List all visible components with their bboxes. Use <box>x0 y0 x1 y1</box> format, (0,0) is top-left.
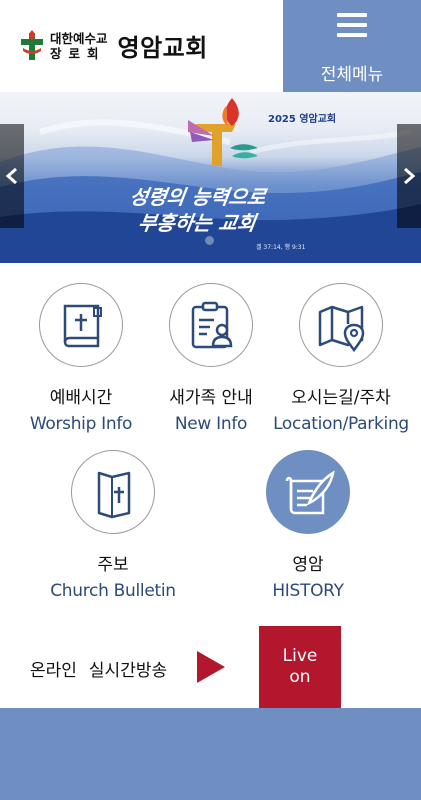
quick-link-bulletin-korean: 주보 <box>97 555 129 575</box>
quick-link-location-english: Location/Parking <box>273 414 409 434</box>
new-family-icon-circle <box>169 283 253 367</box>
site-header: 대한예수교 장로회 영암교회 전체메뉴 <box>0 0 421 92</box>
location-icon-circle <box>299 283 383 367</box>
bible-icon <box>63 304 102 348</box>
quick-link-worship[interactable]: 예배시간 Worship Info <box>6 283 156 434</box>
church-logo[interactable]: 대한예수교 장로회 영암교회 <box>20 28 208 63</box>
slide-indicator-dot[interactable] <box>205 236 214 245</box>
quick-link-history-korean: 영암 <box>292 555 324 575</box>
live-on-line-1: Live <box>282 646 318 666</box>
live-on-line-2: on <box>289 667 311 687</box>
banner-year-label: 2025 영암교회 <box>268 114 337 125</box>
quick-link-worship-korean: 예배시간 <box>49 388 113 408</box>
prev-slide-button[interactable] <box>0 124 24 228</box>
banner-slogan-line-1: 성령의 능력으로 <box>128 185 268 209</box>
map-pin-icon <box>318 305 365 353</box>
quick-link-worship-english: Worship Info <box>29 414 133 434</box>
chevron-right-icon <box>404 168 416 184</box>
scroll-quill-icon <box>285 470 335 515</box>
history-icon-circle <box>266 450 350 534</box>
banner-cross-emblem-icon <box>188 98 258 166</box>
quick-link-new-family[interactable]: 새가족 안내 New Info <box>136 283 286 434</box>
next-slide-button[interactable] <box>397 124 421 228</box>
church-cross-logo-icon <box>20 29 44 62</box>
online-live-section: 온라인 실시간방송 Live on <box>0 626 421 708</box>
banner-slogan-line-2: 부흥하는 교회 <box>136 211 258 235</box>
quick-links: 예배시간 Worship Info 새가족 안내 New Info 오시는길/주… <box>0 263 421 623</box>
banner-slogan: 성령의 능력으로 부흥하는 교회 <box>124 184 267 236</box>
quick-link-location-korean: 오시는길/주차 <box>291 388 391 408</box>
full-menu-button[interactable]: 전체메뉴 <box>283 0 421 92</box>
bulletin-cross-icon <box>97 471 131 519</box>
hamburger-icon <box>337 13 367 37</box>
full-menu-label: 전체메뉴 <box>320 65 384 85</box>
live-on-button[interactable]: Live on <box>259 626 341 708</box>
online-live-label-part-2: 실시간방송 <box>88 661 168 681</box>
quick-link-history-english: HISTORY <box>272 581 344 601</box>
quick-link-location[interactable]: 오시는길/주차 Location/Parking <box>266 283 416 434</box>
chevron-left-icon <box>5 168 17 184</box>
quick-link-bulletin[interactable]: 주보 Church Bulletin <box>38 450 188 601</box>
logo-line-1: 대한예수교 <box>50 30 108 46</box>
online-live-label: 온라인 실시간방송 <box>30 656 167 681</box>
quick-link-history[interactable]: 영암 HISTORY <box>233 450 383 601</box>
play-icon[interactable] <box>197 651 225 683</box>
quick-link-new-family-english: New Info <box>174 414 248 434</box>
logo-line-2: 장로회 <box>50 45 106 61</box>
worship-icon-circle <box>39 283 123 367</box>
banner-verse: 겔 37:14, 행 9:31 <box>256 244 306 251</box>
clipboard-person-icon <box>191 301 233 349</box>
online-live-label-part-1: 온라인 <box>30 661 77 681</box>
bulletin-icon-circle <box>71 450 155 534</box>
quick-link-new-family-korean: 새가족 안내 <box>169 388 253 408</box>
hero-banner: 2025 영암교회 성령의 능력으로 부흥하는 교회 겔 37:14, 행 9:… <box>0 92 421 263</box>
quick-link-bulletin-english: Church Bulletin <box>50 581 176 601</box>
church-name: 영암교회 <box>117 34 208 62</box>
logo-denomination: 대한예수교 장로회 <box>50 31 108 61</box>
footer-bar <box>0 708 421 800</box>
